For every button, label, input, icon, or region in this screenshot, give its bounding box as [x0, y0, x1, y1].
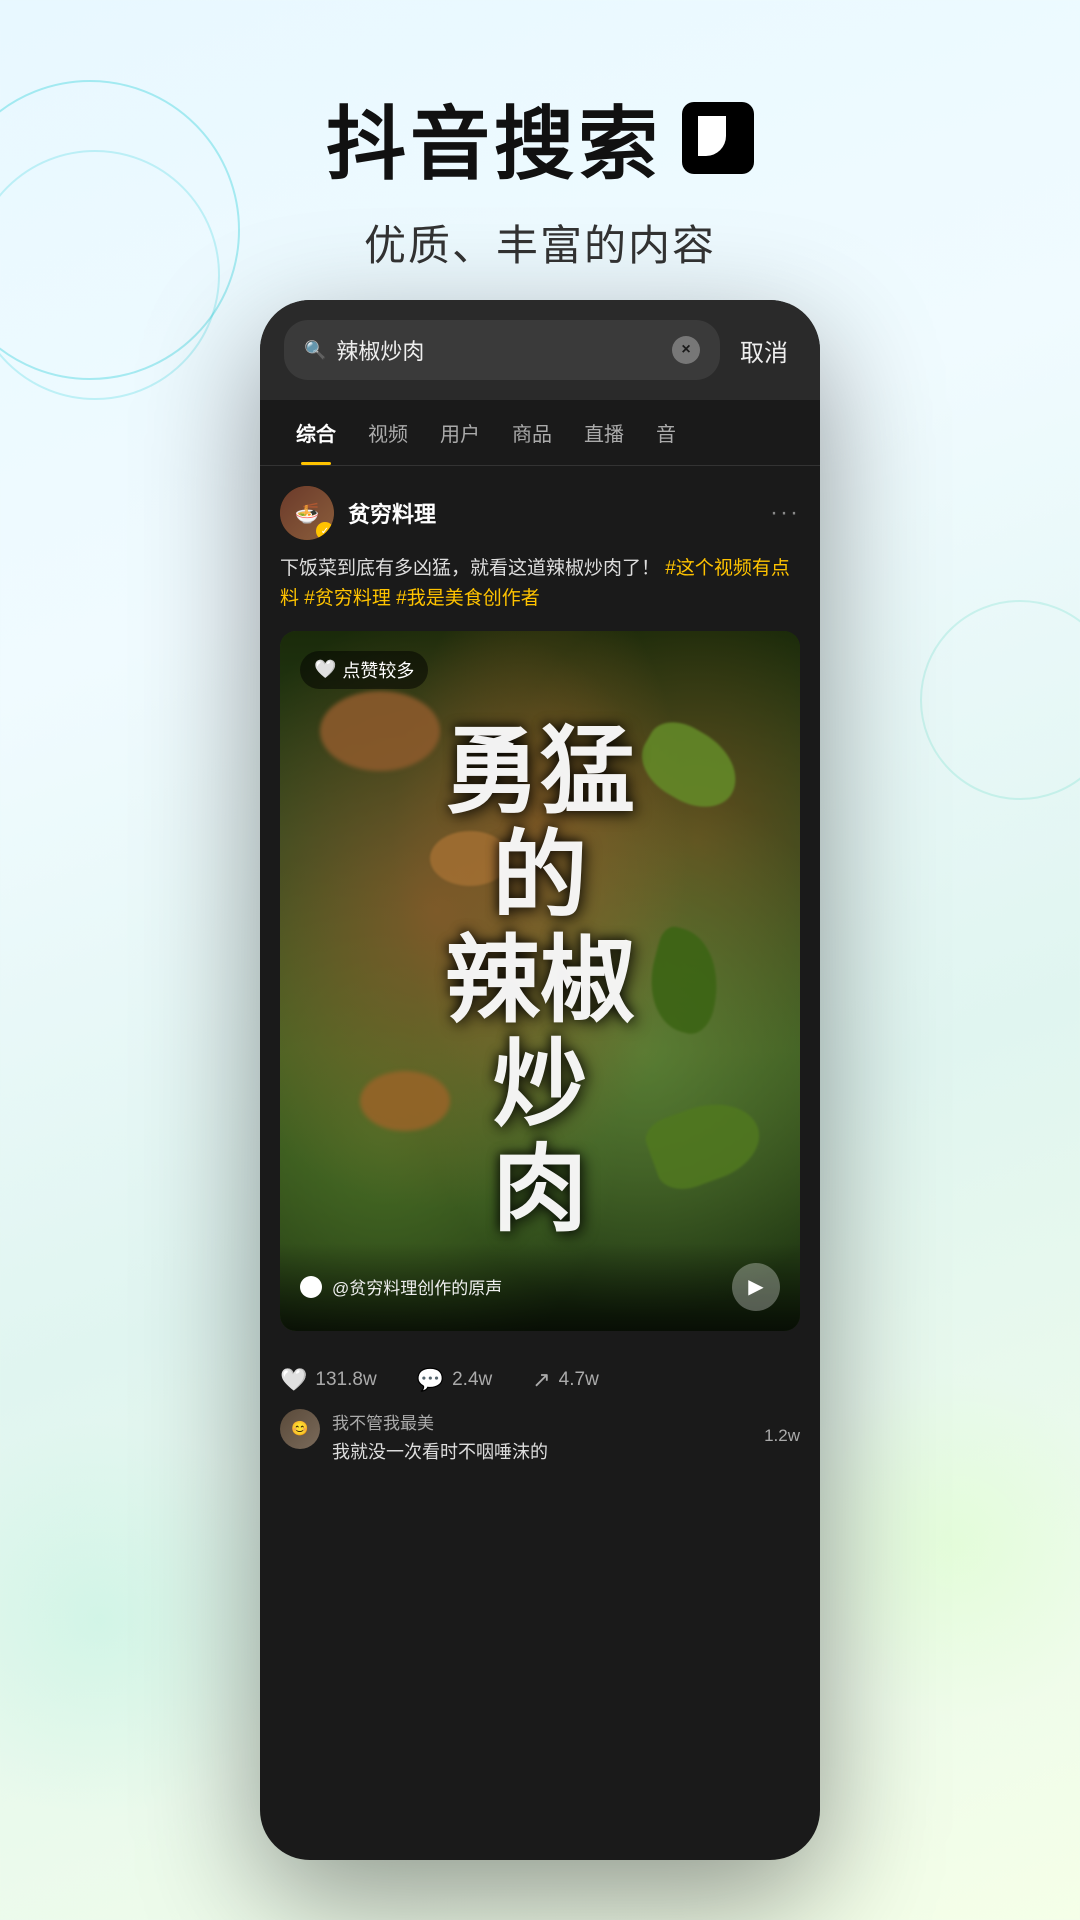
bg-blob-right	[780, 1370, 1080, 1720]
comments-engagement[interactable]: 💬 2.4w	[417, 1367, 493, 1393]
username-label[interactable]: 贫穷料理	[348, 497, 436, 529]
commenter-username: 我不管我最美	[332, 1409, 752, 1434]
avatar[interactable]: 🍜 ✓	[280, 486, 334, 540]
phone-mockup: 🔍 辣椒炒肉 × 取消 综合 视频 用户 商品 直播 音	[260, 300, 820, 1860]
video-container[interactable]: 🤍 点赞较多 勇猛的辣椒炒肉 @贫穷料理创作的原声 ▶	[280, 631, 800, 1331]
like-icon: 🤍	[280, 1367, 307, 1393]
tab-audio[interactable]: 音	[640, 400, 692, 465]
app-title-text: 抖音搜索	[326, 80, 662, 196]
search-query-text: 辣椒炒肉	[336, 334, 662, 366]
tab-product[interactable]: 商品	[496, 400, 568, 465]
likes-engagement[interactable]: 🤍 131.8w	[280, 1367, 377, 1393]
video-overlay-title: 勇猛的辣椒炒肉	[425, 700, 655, 1263]
tiktok-logo-icon	[682, 102, 754, 174]
user-info: 🍜 ✓ 贫穷料理	[280, 486, 436, 540]
more-options-button[interactable]: ···	[770, 499, 800, 527]
header-section: 抖音搜索 优质、丰富的内容	[0, 0, 1080, 313]
hashtag-3[interactable]: #我是美食创作者	[396, 588, 540, 609]
audio-info-text: @贫穷料理创作的原声	[332, 1274, 502, 1299]
post-description: 下饭菜到底有多凶猛，就看这道辣椒炒肉了！ #这个视频有点料 #贫穷料理 #我是美…	[280, 554, 800, 615]
comment-content-text: 我就没一次看时不咽唾沫的	[332, 1438, 752, 1464]
likes-count: 131.8w	[315, 1369, 376, 1391]
search-input-container[interactable]: 🔍 辣椒炒肉 ×	[284, 320, 720, 380]
shares-count: 4.7w	[559, 1369, 599, 1391]
tab-live[interactable]: 直播	[568, 400, 640, 465]
tab-video[interactable]: 视频	[352, 400, 424, 465]
search-tabs: 综合 视频 用户 商品 直播 音	[260, 400, 820, 466]
comment-text-area: 我不管我最美 我就没一次看时不咽唾沫的	[332, 1409, 752, 1464]
shares-engagement[interactable]: ↗ 4.7w	[532, 1367, 599, 1393]
engagement-bar: 🤍 131.8w 💬 2.4w ↗ 4.7w	[260, 1351, 820, 1409]
search-bar: 🔍 辣椒炒肉 × 取消	[260, 300, 820, 400]
post-description-text: 下饭菜到底有多凶猛，就看这道辣椒炒肉了！	[280, 558, 660, 579]
bg-blob-left	[0, 1420, 300, 1820]
comment-likes-count: 1.2w	[764, 1426, 800, 1446]
app-title: 抖音搜索	[0, 80, 1080, 196]
video-text-overlay: 勇猛的辣椒炒肉	[280, 631, 800, 1331]
commenter-avatar: 😊	[280, 1409, 320, 1449]
content-area: 🍜 ✓ 贫穷料理 ··· 下饭菜到底有多凶猛，就看这道辣椒炒肉了！ #这个视频有…	[260, 466, 820, 1351]
video-bottom-bar: @贫穷料理创作的原声 ▶	[280, 1243, 800, 1331]
hashtag-2[interactable]: #贫穷料理	[304, 588, 396, 609]
cancel-search-button[interactable]: 取消	[732, 333, 796, 368]
clear-search-button[interactable]: ×	[672, 336, 700, 364]
app-subtitle: 优质、丰富的内容	[0, 212, 1080, 273]
comments-preview: 😊 我不管我最美 我就没一次看时不咽唾沫的 1.2w	[260, 1409, 820, 1492]
post-header: 🍜 ✓ 贫穷料理 ···	[280, 486, 800, 540]
bg-decoration-circle-3	[920, 600, 1080, 800]
comments-count: 2.4w	[452, 1369, 492, 1391]
search-icon: 🔍	[304, 340, 326, 361]
tiktok-small-icon	[300, 1276, 322, 1298]
tab-comprehensive[interactable]: 综合	[280, 400, 352, 465]
play-button[interactable]: ▶	[732, 1263, 780, 1311]
share-icon: ↗	[532, 1367, 550, 1393]
comment-item: 😊 我不管我最美 我就没一次看时不咽唾沫的 1.2w	[280, 1409, 800, 1464]
audio-info[interactable]: @贫穷料理创作的原声	[300, 1274, 502, 1299]
verified-badge-icon: ✓	[316, 522, 334, 540]
comment-icon: 💬	[417, 1367, 444, 1393]
tab-user[interactable]: 用户	[424, 400, 496, 465]
phone-screen: 🔍 辣椒炒肉 × 取消 综合 视频 用户 商品 直播 音	[260, 300, 820, 1860]
